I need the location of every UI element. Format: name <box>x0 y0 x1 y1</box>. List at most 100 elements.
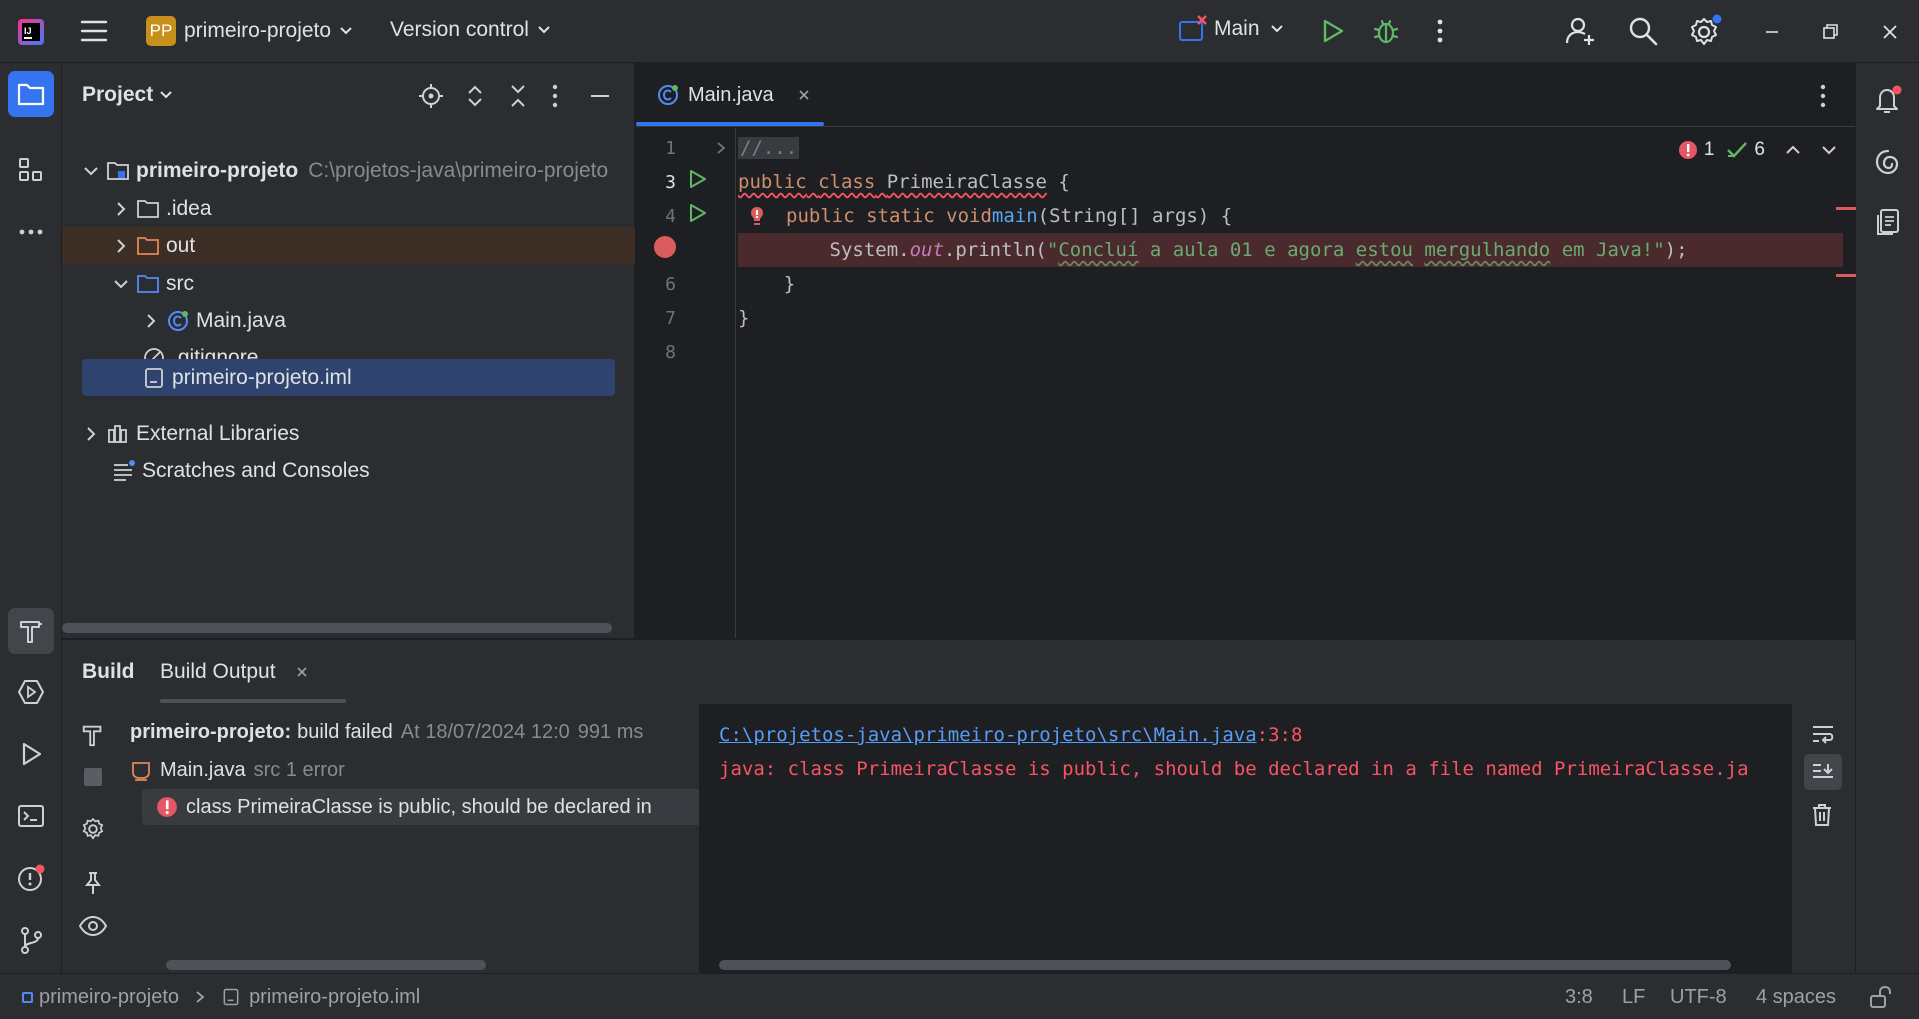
run-button[interactable] <box>1320 18 1346 44</box>
code-line-5[interactable]: System. out .println(" Concluí a aula 01 e … <box>738 233 1843 267</box>
git-tool-button[interactable] <box>8 917 54 963</box>
error-bulb-icon[interactable] <box>746 205 768 227</box>
method-name: main <box>991 205 1038 227</box>
problems-tool-button[interactable] <box>8 855 54 901</box>
intellij-logo-icon[interactable]: IJ <box>16 17 46 47</box>
code-with-me-icon[interactable] <box>1565 15 1597 47</box>
run-gutter-icon[interactable] <box>686 202 708 224</box>
error-count: 1 <box>1703 139 1715 160</box>
chevron-right-icon <box>117 201 126 216</box>
trash-icon[interactable] <box>1810 802 1834 828</box>
fold-expand-icon[interactable] <box>714 140 728 156</box>
restore-window-icon[interactable] <box>1820 22 1840 42</box>
line-separator[interactable]: LF <box>1622 974 1645 1019</box>
folded-comment[interactable]: //... <box>738 137 800 159</box>
pin-icon[interactable] <box>80 870 106 896</box>
chevron-right-icon <box>147 313 156 328</box>
project-switcher[interactable]: PP primeiro-projeto <box>146 16 353 46</box>
code-line-1[interactable]: //... <box>738 131 800 165</box>
stop-icon[interactable] <box>84 768 102 786</box>
close-window-icon[interactable] <box>1880 22 1900 42</box>
build-console: C:\projetos-java\primeiro-projeto\src\Ma… <box>699 704 1855 974</box>
project-tool-button[interactable] <box>8 71 54 117</box>
collapse-all-icon[interactable] <box>505 83 531 109</box>
code-line-4[interactable]: public static void main (String[] args) { <box>738 199 1232 233</box>
notifications-button[interactable] <box>1865 77 1911 123</box>
code-line-7[interactable]: } <box>738 301 749 335</box>
horizontal-scrollbar[interactable] <box>166 960 486 970</box>
read-only-lock-icon[interactable] <box>1868 974 1892 1019</box>
file-encoding[interactable]: UTF-8 <box>1670 974 1727 1019</box>
file-link[interactable]: C:\projetos-java\primeiro-projeto\src\Ma… <box>719 724 1257 746</box>
editor-options-icon[interactable] <box>1815 83 1831 109</box>
breadcrumb-item-file[interactable]: primeiro-projeto.iml <box>249 986 420 1009</box>
expand-all-icon[interactable] <box>462 83 488 109</box>
tab-build-output[interactable]: Build Output <box>160 660 310 684</box>
git-branch-icon <box>21 927 42 954</box>
code-line-6[interactable]: } <box>738 267 795 301</box>
chevron-up-icon[interactable] <box>1785 144 1801 156</box>
soft-wrap-icon[interactable] <box>1810 722 1836 746</box>
run-config-selector[interactable]: Main <box>1178 14 1284 44</box>
run-gutter-icon[interactable] <box>686 168 708 190</box>
run-icon <box>1323 19 1344 43</box>
services-tool-button[interactable] <box>8 669 54 715</box>
build-summary-row[interactable]: primeiro-projeto: build failed At 18/07/… <box>130 714 643 750</box>
build-file-row[interactable]: Main.java src 1 error <box>130 752 345 788</box>
locate-icon[interactable] <box>418 83 444 109</box>
structure-tool-button[interactable] <box>8 147 54 193</box>
bell-icon <box>1876 85 1902 113</box>
search-icon[interactable] <box>1628 16 1658 46</box>
inspection-widget[interactable]: 1 6 <box>1678 139 1837 161</box>
ai-assistant-button[interactable] <box>1865 139 1911 185</box>
title-bar: IJ PP primeiro-projeto Version control M… <box>0 0 1919 63</box>
build-error-row[interactable]: class PrimeiraClasse is public, should b… <box>142 789 699 825</box>
hide-panel-icon[interactable] <box>587 83 613 109</box>
settings-gear-icon[interactable] <box>1688 14 1722 48</box>
tree-item-src[interactable]: src <box>62 265 635 302</box>
problems-icon <box>18 864 45 891</box>
string-literal: mergulhando <box>1424 239 1551 261</box>
tree-item-out[interactable]: out <box>62 227 635 264</box>
documentation-button[interactable] <box>1865 199 1911 245</box>
hammer-icon[interactable] <box>80 722 106 748</box>
more-actions-icon[interactable] <box>1430 18 1450 44</box>
error-stripe-marker[interactable] <box>1836 274 1856 277</box>
tree-item-idea[interactable]: .idea <box>62 190 635 227</box>
code-line-3[interactable]: public class PrimeiraClasse { <box>738 165 1070 199</box>
more-tools-icon[interactable] <box>8 209 54 255</box>
build-tool-button[interactable] <box>8 608 54 654</box>
indent-setting[interactable]: 4 spaces <box>1756 974 1836 1019</box>
vcs-widget[interactable]: Version control <box>390 18 551 42</box>
horizontal-scrollbar[interactable] <box>719 960 1731 970</box>
horizontal-scrollbar[interactable] <box>62 623 612 633</box>
excluded-folder-icon <box>137 236 159 255</box>
debug-button[interactable] <box>1372 17 1400 45</box>
close-tab-icon[interactable] <box>294 664 310 680</box>
minimize-window-icon[interactable] <box>1762 22 1782 42</box>
scroll-to-end-button[interactable] <box>1804 754 1842 790</box>
console-location-line[interactable]: C:\projetos-java\primeiro-projeto\src\Ma… <box>719 724 1302 746</box>
tree-item-project-root[interactable]: primeiro-projeto C:\projetos-java\primei… <box>62 152 635 189</box>
main-menu-icon[interactable] <box>80 18 108 44</box>
breakpoint-icon[interactable] <box>654 236 676 258</box>
project-view-selector[interactable]: Project <box>82 83 173 107</box>
error-stripe-marker[interactable] <box>1836 207 1856 210</box>
settings-gear-icon[interactable] <box>80 816 106 842</box>
terminal-tool-button[interactable] <box>8 793 54 839</box>
tree-item-external-libraries[interactable]: External Libraries <box>62 415 635 452</box>
chevron-down-icon[interactable] <box>1821 144 1837 156</box>
tree-item-iml[interactable]: primeiro-projeto.iml <box>82 359 615 396</box>
project-badge: PP <box>146 16 176 46</box>
active-tab-indicator <box>636 122 824 126</box>
tab-main-java[interactable]: Main.java <box>636 63 824 127</box>
breadcrumb-item-project[interactable]: primeiro-projeto <box>39 986 179 1009</box>
run-tool-button[interactable] <box>8 731 54 777</box>
tree-item-main-java[interactable]: Main.java <box>62 302 635 339</box>
options-menu-icon[interactable] <box>547 83 563 109</box>
caret-position[interactable]: 3:8 <box>1565 974 1593 1019</box>
module-icon <box>22 991 33 1003</box>
eye-icon[interactable] <box>78 914 108 940</box>
close-tab-icon[interactable] <box>796 87 812 103</box>
tree-item-scratches[interactable]: Scratches and Consoles <box>62 452 635 489</box>
